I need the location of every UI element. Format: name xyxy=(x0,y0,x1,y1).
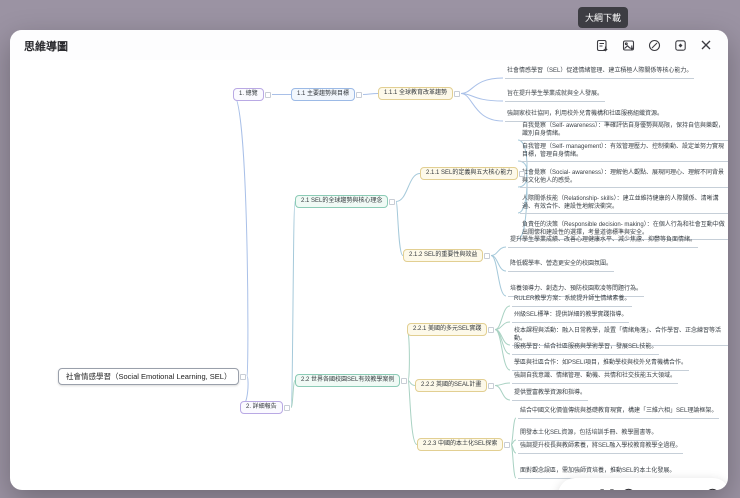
outline-download-button[interactable] xyxy=(594,37,610,53)
mindmap-node-2-2-2[interactable]: 2.2.2 英國的SEAL計畫 xyxy=(415,379,495,392)
tooltip-outline-download: 大綱下載 xyxy=(578,7,629,28)
mindmap-node-2-2-1[interactable]: 2.2.1 美國的多元SEL實踐 xyxy=(407,323,495,336)
fit-view-icon xyxy=(674,39,686,51)
image-download-button[interactable] xyxy=(620,37,636,53)
mindmap-node-2-1-1[interactable]: 2.1.1 SEL的定義與五大核心能力 xyxy=(420,167,526,180)
annotate-button[interactable] xyxy=(646,37,662,53)
mindmap-leaf[interactable]: 降低輟學率、營造更安全的校園氛圍。 xyxy=(508,261,615,272)
mindmap-node-2-1[interactable]: 2.1 SEL的全球趨勢與核心理念 xyxy=(295,195,396,208)
zoom-control-bar: 47% xyxy=(558,478,728,490)
mindmap-leaf[interactable]: 強調家校社協同，利用校外兒青機構和社區服務組織資源。 xyxy=(505,111,666,122)
mindmap-window: 思維導圖 社會情感學習（Social Emotional Learning, S… xyxy=(10,30,728,490)
mindmap-leaf[interactable]: 社會情感學習（SEL）促進情緒管理、建立積極人際關係等核心能力。 xyxy=(505,68,695,79)
mindmap-leaf[interactable]: 自我覺察（Self- awareness）：準確評估自身優勢與局限，保持自信與樂… xyxy=(520,123,728,141)
mindmap-leaf[interactable]: 面對觀念誤區，需加強師資培養，推動SEL的本土化發展。 xyxy=(518,468,678,479)
annotate-icon xyxy=(648,39,660,51)
mindmap-leaf[interactable]: 培養領導力、創造力、預防校園欺凌等問題行為。 xyxy=(508,286,645,297)
mindmap-leaf[interactable]: 強調提升校長與教師素養，將SEL融入學校教育教學全過程。 xyxy=(518,443,684,454)
mindmap-leaf[interactable]: 服務學習：結合社區服務與學術學習，發展SEL技能。 xyxy=(512,344,660,355)
mindmap-leaf[interactable]: 自我管理（Self- management）：有效管理壓力、控制衝動、設定並努力… xyxy=(520,144,728,162)
window-title: 思維導圖 xyxy=(24,41,68,53)
zoom-in-button[interactable] xyxy=(705,488,720,490)
mindmap-leaf[interactable]: 州級SEL標準：提供詳細的教學實踐指導。 xyxy=(512,312,630,323)
mindmap-node-2[interactable]: 2. 詳細報告 xyxy=(240,401,290,414)
mindmap-leaf[interactable]: 強調自我意識、情緒管理、動機、共情和社交技能五大領域。 xyxy=(512,373,679,384)
mindmap-leaf[interactable]: 提供豐富教學資源和指導。 xyxy=(512,390,589,401)
mindmap-node-1-1-1[interactable]: 1.1.1 全球教育改革趨勢 xyxy=(378,87,461,100)
mindmap-root-node[interactable]: 社會情感學習（Social Emotional Learning, SEL） xyxy=(58,368,247,385)
mindmap-node-2-1-2[interactable]: 2.1.2 SEL的重要性與效益 xyxy=(403,249,491,262)
zoom-percentage: 47% xyxy=(568,488,592,490)
mindmap-leaf[interactable]: 旨在提升學生學業成就與全人發展。 xyxy=(505,91,606,102)
mindmap-leaf[interactable]: 結合中國文化價值傳統與基礎教育現實，構建「三維六相」SEL理論框架。 xyxy=(518,408,720,419)
mindmap-leaf[interactable]: 開發本土化SEL資源，包括培訓手冊、教學圖書等。 xyxy=(518,430,660,441)
fit-screen-icon xyxy=(600,489,614,490)
fit-view-button[interactable] xyxy=(672,37,688,53)
close-icon xyxy=(701,40,711,50)
mindmap-leaf[interactable]: 提升學生學業成績、改善心理健康水平、減少焦慮、抑鬱等負面情緒。 xyxy=(508,237,699,248)
fit-screen-button[interactable] xyxy=(600,489,614,490)
mindmap-leaf[interactable]: RULER教學方案：系統提升師生情緒素養。 xyxy=(512,296,633,307)
zoom-out-icon xyxy=(623,488,634,490)
mindmap-canvas[interactable]: 社會情感學習（Social Emotional Learning, SEL） 1… xyxy=(10,60,728,490)
mindmap-node-2-2[interactable]: 2.2 世界各國校園SEL有效教學案例 xyxy=(295,374,408,387)
titlebar-icons xyxy=(594,37,714,53)
mindmap-node-2-2-3[interactable]: 2.2.3 中國的本土化SEL探索 xyxy=(417,438,511,451)
mindmap-leaf[interactable]: 人際關係技能（Relationship- skills）：建立並維持健康的人際關… xyxy=(520,196,728,214)
image-download-icon xyxy=(622,39,634,51)
zoom-in-icon xyxy=(707,488,718,490)
mindmap-node-1-1[interactable]: 1.1 主要趨勢與目標 xyxy=(291,88,363,101)
mindmap-leaf[interactable]: 社會覺察（Social- awareness）：理解他人觀點、展現同理心、理解不… xyxy=(520,170,728,188)
close-button[interactable] xyxy=(698,37,714,53)
mindmap-node-1[interactable]: 1. 總覽 xyxy=(233,88,271,101)
mindmap-leaf[interactable]: 學區與社區合作：如PSELI項目，推動學校與校外兒青機構合作。 xyxy=(512,360,690,371)
outline-download-icon xyxy=(596,39,608,51)
titlebar: 思維導圖 xyxy=(10,30,728,60)
zoom-out-button[interactable] xyxy=(621,488,636,490)
